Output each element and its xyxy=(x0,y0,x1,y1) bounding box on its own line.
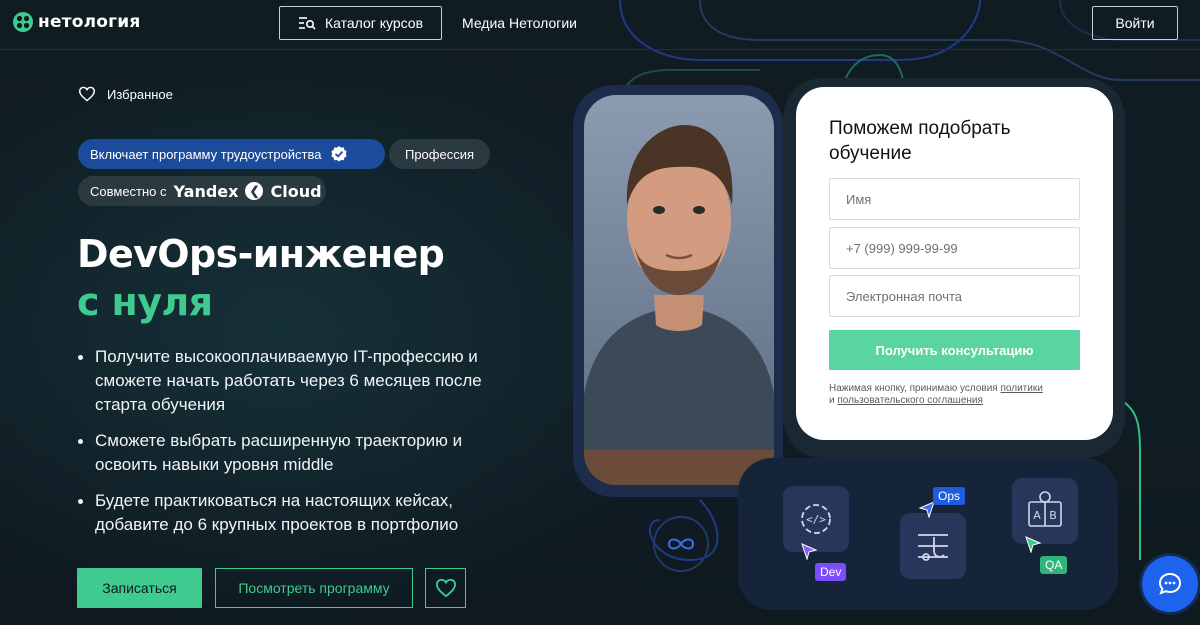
logo-icon xyxy=(13,12,33,32)
enroll-button[interactable]: Записаться xyxy=(77,568,202,608)
favorite-label: Избранное xyxy=(107,86,173,102)
yandex-cloud-icon: ❮ xyxy=(245,182,264,200)
view-program-label: Посмотреть программу xyxy=(238,580,390,596)
svg-text:</>: </> xyxy=(806,513,826,526)
phone-input[interactable] xyxy=(829,227,1080,269)
profession-badge: Профессия xyxy=(389,139,490,169)
tag-ops: Ops xyxy=(933,487,966,505)
benefits-list: Получите высокооплачиваемую IT-профессию… xyxy=(78,345,518,549)
logo-text: нетология xyxy=(38,12,141,32)
favorite-toggle[interactable]: Избранное xyxy=(78,86,173,102)
heart-icon xyxy=(435,578,456,598)
partner-brand-yandex: Yandex xyxy=(173,181,239,201)
catalog-button[interactable]: Каталог курсов xyxy=(279,6,442,40)
enroll-label: Записаться xyxy=(102,580,177,596)
consent-text: Нажимая кнопку, принимаю условия политик… xyxy=(829,383,1089,407)
email-input[interactable] xyxy=(829,275,1080,317)
logo[interactable]: нетология xyxy=(12,11,140,33)
tag-qa: QA xyxy=(1040,556,1068,574)
ab-test-icon: A B xyxy=(1028,491,1062,527)
touch-icon xyxy=(918,534,948,561)
page-subtitle: с нуля xyxy=(77,280,213,324)
cursor-icon xyxy=(1025,536,1042,553)
partner-badge: Совместно с Yandex ❮ Cloud xyxy=(78,176,326,206)
svg-text:A: A xyxy=(1033,509,1041,522)
user-agreement-link[interactable]: пользовательского соглашения xyxy=(837,395,983,406)
employment-badge-label: Включает программу трудоустройства xyxy=(90,146,322,162)
login-label: Войти xyxy=(1115,15,1155,31)
benefit-item: Сможете выбрать расширенную траекторию и… xyxy=(78,429,518,477)
profession-badge-label: Профессия xyxy=(404,146,475,162)
site-header: нетология Каталог курсов Медиа Нетологии… xyxy=(0,0,1200,50)
partner-prefix: Совместно с xyxy=(90,183,167,199)
cursor-icon xyxy=(801,543,818,560)
add-to-favorites-button[interactable] xyxy=(425,568,466,608)
media-link[interactable]: Медиа Нетологии xyxy=(462,15,577,31)
benefit-item: Получите высокооплачиваемую IT-профессию… xyxy=(78,345,518,417)
benefit-item: Будете практиковаться на настоящих кейса… xyxy=(78,489,518,537)
partner-brand-cloud: Cloud xyxy=(270,181,322,201)
name-input[interactable] xyxy=(829,178,1080,220)
code-gear-icon: </> xyxy=(801,504,831,534)
verified-icon xyxy=(330,146,347,162)
chat-button[interactable] xyxy=(1142,556,1198,612)
form-title: Поможем подобрать обучение xyxy=(829,118,1011,164)
employment-badge: Включает программу трудоустройства xyxy=(78,139,385,169)
get-consultation-label: Получить консультацию xyxy=(875,342,1034,358)
qa-tile: A B xyxy=(1012,478,1078,544)
view-program-button[interactable]: Посмотреть программу xyxy=(215,568,413,608)
get-consultation-button[interactable]: Получить консультацию xyxy=(829,330,1080,370)
instructor-photo xyxy=(584,95,774,485)
person-illustration xyxy=(584,95,774,485)
catalog-icon xyxy=(298,17,316,30)
page-title: DevOps-инженер xyxy=(77,232,445,276)
consent-and: и xyxy=(829,395,835,406)
svg-text:B: B xyxy=(1049,509,1057,522)
ops-tile xyxy=(900,513,966,579)
login-button[interactable]: Войти xyxy=(1092,6,1178,40)
privacy-policy-link[interactable]: политики xyxy=(1000,383,1042,394)
catalog-label: Каталог курсов xyxy=(324,15,424,31)
heart-icon xyxy=(78,86,96,102)
chat-icon xyxy=(1158,572,1182,595)
infinity-icon xyxy=(653,516,709,572)
consultation-form: Поможем подобрать обучение Получить конс… xyxy=(796,87,1113,440)
consent-prefix: Нажимая кнопку, принимаю условия xyxy=(829,383,998,394)
tag-dev: Dev xyxy=(815,563,847,581)
